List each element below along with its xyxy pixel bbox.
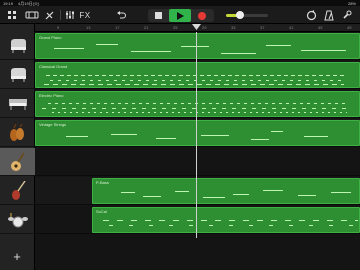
region-label: P-Bass xyxy=(96,180,109,185)
grand-piano-icon xyxy=(10,67,26,82)
stop-button[interactable] xyxy=(152,9,164,22)
region-grand-piano[interactable]: Grand Piano xyxy=(35,33,360,59)
midi-note-sequence xyxy=(44,84,344,85)
grid-icon xyxy=(8,11,16,19)
track-lane xyxy=(35,148,360,176)
midi-note xyxy=(263,190,283,191)
midi-note xyxy=(266,45,291,46)
region-electric-piano[interactable]: Electric Piano xyxy=(35,91,360,117)
loop-icon xyxy=(306,9,316,20)
region-label: Electric Piano xyxy=(39,93,64,98)
drum-hit-sequence xyxy=(109,225,358,226)
wrench-icon xyxy=(343,10,352,19)
midi-note-sequence xyxy=(48,103,348,104)
ruler-bar-label: 25 xyxy=(173,25,178,30)
midi-note xyxy=(251,139,269,140)
ruler-bar-label: 45 xyxy=(318,25,323,30)
midi-note xyxy=(121,192,135,193)
master-volume-knob[interactable] xyxy=(236,11,244,19)
ruler-bar-label: 41 xyxy=(289,25,294,30)
region-label: Vintage Strings xyxy=(39,122,67,127)
record-button[interactable] xyxy=(196,9,208,22)
midi-note xyxy=(156,138,176,139)
midi-note-sequence xyxy=(50,80,346,81)
track-header-socal[interactable] xyxy=(0,206,35,234)
track-headers: + xyxy=(0,24,35,270)
fx-button[interactable]: FX xyxy=(78,8,92,22)
mixer-button[interactable] xyxy=(64,8,76,22)
midi-note xyxy=(298,195,316,196)
track-header-acoustic-guitar[interactable] xyxy=(0,148,35,176)
ruler-bar-label: 9 xyxy=(57,25,60,30)
metronome-button[interactable] xyxy=(322,8,336,22)
view-toggle-button[interactable] xyxy=(24,8,40,22)
midi-note xyxy=(203,197,225,198)
midi-note xyxy=(66,136,88,137)
midi-note xyxy=(201,135,229,136)
region-label: Grand Piano xyxy=(39,35,62,40)
midi-note xyxy=(181,46,209,47)
track-header-electric-piano[interactable] xyxy=(0,90,35,118)
electric-piano-icon xyxy=(8,98,27,110)
ruler-bar-label: 33 xyxy=(231,25,236,30)
region-label: Classical Grand xyxy=(39,64,68,69)
midi-note xyxy=(96,44,118,45)
acoustic-guitar-icon xyxy=(10,152,25,171)
midi-note xyxy=(143,196,161,197)
drum-hit-sequence xyxy=(103,220,358,221)
tracks-view-icon xyxy=(25,11,39,19)
play-icon xyxy=(176,11,184,20)
add-track-button[interactable]: + xyxy=(10,250,24,264)
tracks-area[interactable]: Grand Piano Classical Grand Electric Pia… xyxy=(35,32,360,270)
track-header-vintage-strings[interactable] xyxy=(0,119,35,147)
midi-note xyxy=(304,136,328,137)
midi-note xyxy=(175,191,189,192)
midi-note xyxy=(233,194,249,195)
grand-piano-icon xyxy=(10,38,26,53)
midi-note-sequence xyxy=(52,112,347,113)
loop-browser-button[interactable] xyxy=(304,8,318,22)
track-header-classical-grand[interactable] xyxy=(0,61,35,89)
strings-icon xyxy=(9,123,24,141)
ruler-bar-label: 37 xyxy=(260,25,265,30)
ruler-bar-label: 29 xyxy=(202,25,207,30)
region-vintage-strings[interactable]: Vintage Strings xyxy=(35,120,360,146)
region-classical-grand[interactable]: Classical Grand xyxy=(35,62,360,88)
stop-icon xyxy=(154,12,162,19)
my-songs-button[interactable] xyxy=(5,8,19,22)
track-header-grand-piano[interactable] xyxy=(0,32,35,60)
midi-note xyxy=(54,48,84,49)
playhead-line xyxy=(196,32,197,238)
play-button[interactable] xyxy=(169,9,191,22)
guitar-brush-icon xyxy=(45,11,53,19)
midi-note xyxy=(301,50,346,51)
track-header-p-bass[interactable] xyxy=(0,177,35,205)
midi-note xyxy=(111,134,137,135)
bass-guitar-icon xyxy=(11,180,26,200)
record-icon xyxy=(198,11,206,20)
ruler-bar-label: 17 xyxy=(115,25,120,30)
metronome-icon xyxy=(324,10,334,20)
ruler-bar-label: 49 xyxy=(347,25,352,30)
toolbar-divider xyxy=(60,10,61,20)
undo-icon xyxy=(117,11,126,19)
mixer-sliders-icon xyxy=(66,11,74,19)
midi-note xyxy=(331,192,351,193)
drum-kit-icon xyxy=(7,212,28,227)
toolbar: FX xyxy=(0,6,360,24)
ruler-bar-label: 21 xyxy=(144,25,149,30)
region-label: SoCal xyxy=(96,209,107,214)
midi-note xyxy=(131,51,171,52)
region-p-bass[interactable]: P-Bass xyxy=(92,178,360,204)
ruler-bar-label: 13 xyxy=(86,25,91,30)
undo-button[interactable] xyxy=(115,8,127,22)
midi-note xyxy=(271,131,283,132)
browser-button[interactable] xyxy=(42,8,56,22)
midi-note xyxy=(221,53,256,54)
midi-note-sequence xyxy=(42,108,347,109)
region-socal[interactable]: SoCal xyxy=(92,207,360,233)
settings-button[interactable] xyxy=(340,8,354,22)
